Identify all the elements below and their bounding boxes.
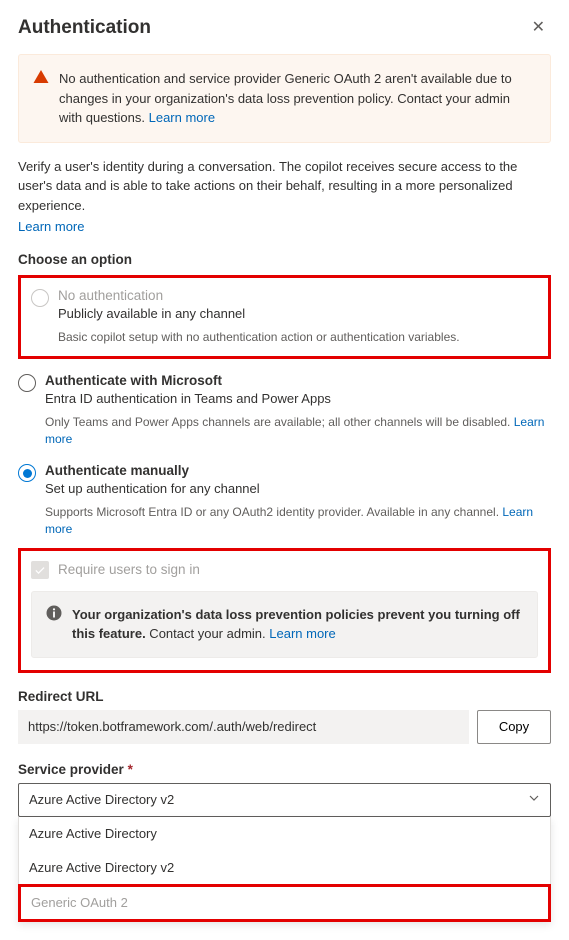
radio-microsoft[interactable]	[18, 374, 36, 392]
close-button[interactable]: ✕	[526, 16, 551, 40]
dlp-info-rest: Contact your admin.	[146, 626, 270, 641]
redirect-url-label: Redirect URL	[18, 689, 551, 704]
intro-text: Verify a user's identity during a conver…	[18, 157, 551, 216]
option-manual-sub: Set up authentication for any channel	[45, 481, 260, 496]
require-signin-section: Require users to sign in Your organizati…	[18, 548, 551, 673]
page-title: Authentication	[18, 17, 151, 39]
service-provider-select[interactable]: Azure Active Directory v2	[18, 783, 551, 817]
service-provider-label: Service provider *	[18, 762, 551, 777]
option-microsoft-sub: Entra ID authentication in Teams and Pow…	[45, 391, 331, 406]
option-microsoft-note: Only Teams and Power Apps channels are a…	[45, 415, 514, 429]
dlp-info-banner: Your organization's data loss prevention…	[31, 591, 538, 658]
close-icon: ✕	[532, 19, 545, 36]
chevron-down-icon	[528, 792, 540, 807]
copy-button[interactable]: Copy	[477, 710, 551, 744]
option-no-auth: No authentication Publicly available in …	[18, 275, 551, 359]
provider-option-generic-oauth2: Generic OAuth 2	[18, 884, 551, 922]
required-indicator: *	[128, 762, 133, 777]
check-icon	[34, 564, 46, 576]
option-manual[interactable]: Authenticate manually Set up authenticat…	[18, 457, 551, 542]
service-provider-selected: Azure Active Directory v2	[29, 792, 174, 807]
option-microsoft[interactable]: Authenticate with Microsoft Entra ID aut…	[18, 367, 551, 452]
require-signin-checkbox	[31, 561, 49, 579]
dlp-warning-banner: No authentication and service provider G…	[18, 54, 551, 143]
option-no-auth-sub: Publicly available in any channel	[58, 306, 245, 321]
info-icon	[46, 605, 62, 644]
intro-learn-more-link[interactable]: Learn more	[18, 219, 84, 234]
service-provider-dropdown: Azure Active Directory Azure Active Dire…	[18, 817, 551, 922]
choose-option-label: Choose an option	[18, 252, 551, 267]
dlp-info-learn-more-link[interactable]: Learn more	[269, 626, 335, 641]
banner-learn-more-link[interactable]: Learn more	[149, 110, 215, 125]
option-no-auth-title: No authentication	[58, 288, 245, 303]
warning-icon	[33, 69, 49, 128]
option-manual-title: Authenticate manually	[45, 463, 260, 478]
option-no-auth-note: Basic copilot setup with no authenticati…	[58, 329, 538, 346]
option-microsoft-title: Authenticate with Microsoft	[45, 373, 331, 388]
require-signin-label: Require users to sign in	[58, 562, 200, 577]
radio-no-auth	[31, 289, 49, 307]
provider-option-aad-v2[interactable]: Azure Active Directory v2	[19, 851, 550, 885]
option-manual-note: Supports Microsoft Entra ID or any OAuth…	[45, 505, 502, 519]
provider-option-aad[interactable]: Azure Active Directory	[19, 817, 550, 851]
redirect-url-input[interactable]	[18, 710, 469, 744]
radio-manual[interactable]	[18, 464, 36, 482]
banner-text: No authentication and service provider G…	[59, 71, 512, 125]
